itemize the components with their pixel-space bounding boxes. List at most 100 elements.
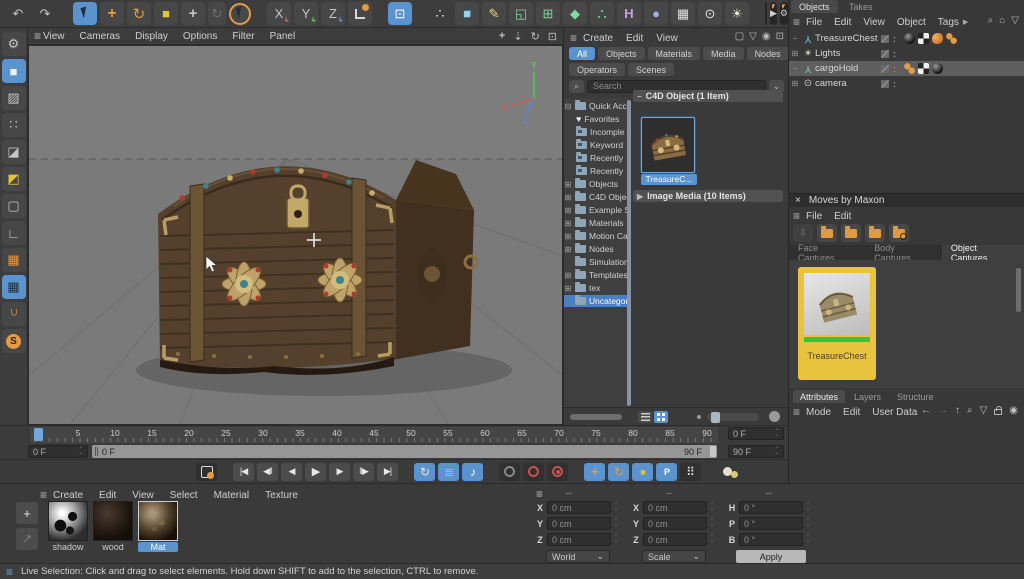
- selection-ring-icon[interactable]: [229, 3, 251, 25]
- floor-icon[interactable]: ▦: [671, 2, 695, 25]
- goto-start-button[interactable]: |◀: [233, 463, 254, 481]
- tree-hscrollbar[interactable]: [570, 414, 622, 420]
- om-menu-more-icon[interactable]: ▶: [963, 18, 968, 26]
- scale-y-field[interactable]: 0 cm: [643, 517, 707, 530]
- viewport-menu-item[interactable]: Options: [183, 31, 217, 42]
- viewport-orbit-icon[interactable]: ↻: [531, 30, 540, 43]
- object-row-camera[interactable]: ⊞ ⊙ camera :: [789, 76, 1024, 91]
- group-header-c4d-object[interactable]: −C4D Object (1 Item): [633, 90, 783, 102]
- axis-mode-icon[interactable]: ∟: [2, 221, 26, 245]
- lock-x-axis-icon[interactable]: X↳: [267, 2, 291, 25]
- keyframe-link-button[interactable]: [717, 463, 738, 481]
- layer-toggle[interactable]: [881, 65, 889, 73]
- tab-object-captures[interactable]: Object Captures: [942, 245, 1024, 260]
- attr-menu-item[interactable]: Mode: [806, 407, 831, 418]
- tree-item-example-scenes[interactable]: ⊞Example Sc: [564, 204, 628, 216]
- tree-item-tex[interactable]: ⊞tex: [564, 282, 628, 294]
- filter-chip-operators[interactable]: Operators: [569, 63, 625, 76]
- mograph-cloner-icon[interactable]: ∴: [590, 2, 614, 25]
- preview-end-field[interactable]: 90 F ⌃⌄: [728, 445, 784, 458]
- position-z-field[interactable]: 0 cm: [547, 533, 611, 546]
- loop-toggle-button[interactable]: ↻: [414, 463, 435, 481]
- tree-item-uncategorized[interactable]: Uncategoriz: [564, 295, 628, 307]
- object-row-cargohold[interactable]: − Y cargoHold :: [789, 61, 1024, 76]
- make-editable-icon[interactable]: ⚙: [2, 32, 26, 56]
- position-x-field[interactable]: 0 cm: [547, 501, 611, 514]
- autokey-record-button[interactable]: [547, 463, 568, 481]
- material-item-wood[interactable]: wood: [93, 501, 133, 552]
- field-icon[interactable]: H: [617, 2, 641, 25]
- polygon-mode-icon[interactable]: ◩: [2, 167, 26, 191]
- material-link-button[interactable]: ↗: [16, 528, 38, 550]
- capture-tag[interactable]: [932, 33, 943, 44]
- filter-chip-materials[interactable]: Materials: [648, 47, 701, 60]
- subdivision-surface-icon[interactable]: ◱: [509, 2, 533, 25]
- tree-item-quick-access[interactable]: ⊟Quick Acce: [564, 100, 628, 112]
- tab-structure[interactable]: Structure: [890, 390, 941, 403]
- range-start-handle[interactable]: [95, 447, 98, 456]
- apply-button[interactable]: Apply: [736, 550, 806, 563]
- play-button[interactable]: ▶: [305, 463, 326, 481]
- texture-mode-icon[interactable]: ▨: [2, 86, 26, 110]
- moves-search-folder-button[interactable]: [889, 224, 909, 242]
- om-home-icon[interactable]: ⌂: [999, 15, 1005, 26]
- moves-export-folder-button[interactable]: [865, 224, 885, 242]
- tree-item-materials[interactable]: ⊞Materials: [564, 217, 628, 229]
- viewport-menu-item[interactable]: Panel: [270, 31, 296, 42]
- snap-magnet-icon[interactable]: ∩: [2, 302, 26, 326]
- add-material-button[interactable]: +: [16, 502, 38, 524]
- status-menu-icon[interactable]: ≡: [6, 565, 13, 579]
- attr-menu-icon[interactable]: ≡: [793, 405, 800, 419]
- sound-toggle-button[interactable]: ♪: [462, 463, 483, 481]
- viewport-menu-item[interactable]: Display: [135, 31, 168, 42]
- tree-item-objects[interactable]: ⊞Objects: [564, 178, 628, 190]
- key-rotation-button[interactable]: ↻: [608, 463, 629, 481]
- moves-menu-item[interactable]: Edit: [834, 211, 851, 222]
- viewport-maximize-icon[interactable]: ⊡: [548, 30, 557, 43]
- material-tag[interactable]: [904, 33, 915, 44]
- viewport-solo-icon[interactable]: ⊡: [388, 2, 412, 25]
- set-keyframe-button[interactable]: [196, 463, 217, 481]
- attr-target-icon[interactable]: ◉: [1009, 405, 1018, 416]
- timeline-range-bar[interactable]: 0 F 90 F: [92, 445, 717, 458]
- keyframe-bars-button[interactable]: ≣: [438, 463, 459, 481]
- tab-objects[interactable]: Objects: [791, 0, 838, 13]
- moves-close-icon[interactable]: ×: [795, 195, 801, 206]
- edge-mode-icon[interactable]: ◪: [2, 140, 26, 164]
- moves-scrollbar[interactable]: [1016, 268, 1021, 312]
- tree-item-nodes[interactable]: ⊞Nodes: [564, 243, 628, 255]
- material-menu-item[interactable]: View: [132, 490, 154, 501]
- tab-body-captures[interactable]: Body Captures: [865, 245, 942, 260]
- om-menu-item[interactable]: Tags: [938, 17, 959, 28]
- transform-mode-dropdown[interactable]: Scale⌄: [642, 550, 706, 563]
- asset-target-icon[interactable]: ◉: [762, 31, 771, 42]
- viewport-menu-icon[interactable]: ≡: [34, 29, 41, 43]
- grid-view-toggle[interactable]: [654, 411, 668, 423]
- visibility-dots[interactable]: :: [893, 35, 896, 43]
- lock-z-axis-icon[interactable]: Z↳: [321, 2, 345, 25]
- autokey-ring-button[interactable]: [523, 463, 544, 481]
- soft-selection-icon[interactable]: ↻: [208, 2, 226, 25]
- coordinate-system-icon[interactable]: [348, 2, 372, 25]
- material-menu-item[interactable]: Select: [170, 490, 198, 501]
- search-icon[interactable]: ⌕: [569, 80, 584, 93]
- material-tag[interactable]: [932, 63, 943, 74]
- asset-display-icon[interactable]: ▢: [735, 31, 744, 42]
- asset-thumbnail-label[interactable]: TreasureC...: [641, 174, 697, 185]
- coords-menu-icon[interactable]: ≡: [536, 487, 543, 501]
- add-cube-icon[interactable]: ■: [455, 2, 479, 25]
- camera-icon[interactable]: ⊙: [698, 2, 722, 25]
- attr-lock-icon[interactable]: [994, 409, 1002, 415]
- scale-x-field[interactable]: 0 cm: [643, 501, 707, 514]
- rotation-b-field[interactable]: 0 °: [739, 533, 803, 546]
- filter-chip-nodes[interactable]: Nodes: [747, 47, 789, 60]
- asset-menu-item[interactable]: View: [656, 33, 678, 44]
- volume-icon[interactable]: ●: [644, 2, 668, 25]
- next-frame-button[interactable]: ▶: [329, 463, 350, 481]
- om-search-icon[interactable]: ⌕: [988, 15, 994, 26]
- filter-chip-media[interactable]: Media: [703, 47, 744, 60]
- spline-pen-icon[interactable]: ✎: [482, 2, 506, 25]
- visibility-dots[interactable]: :: [893, 65, 896, 73]
- record-disabled-button[interactable]: [499, 463, 520, 481]
- position-y-field[interactable]: 0 cm: [547, 517, 611, 530]
